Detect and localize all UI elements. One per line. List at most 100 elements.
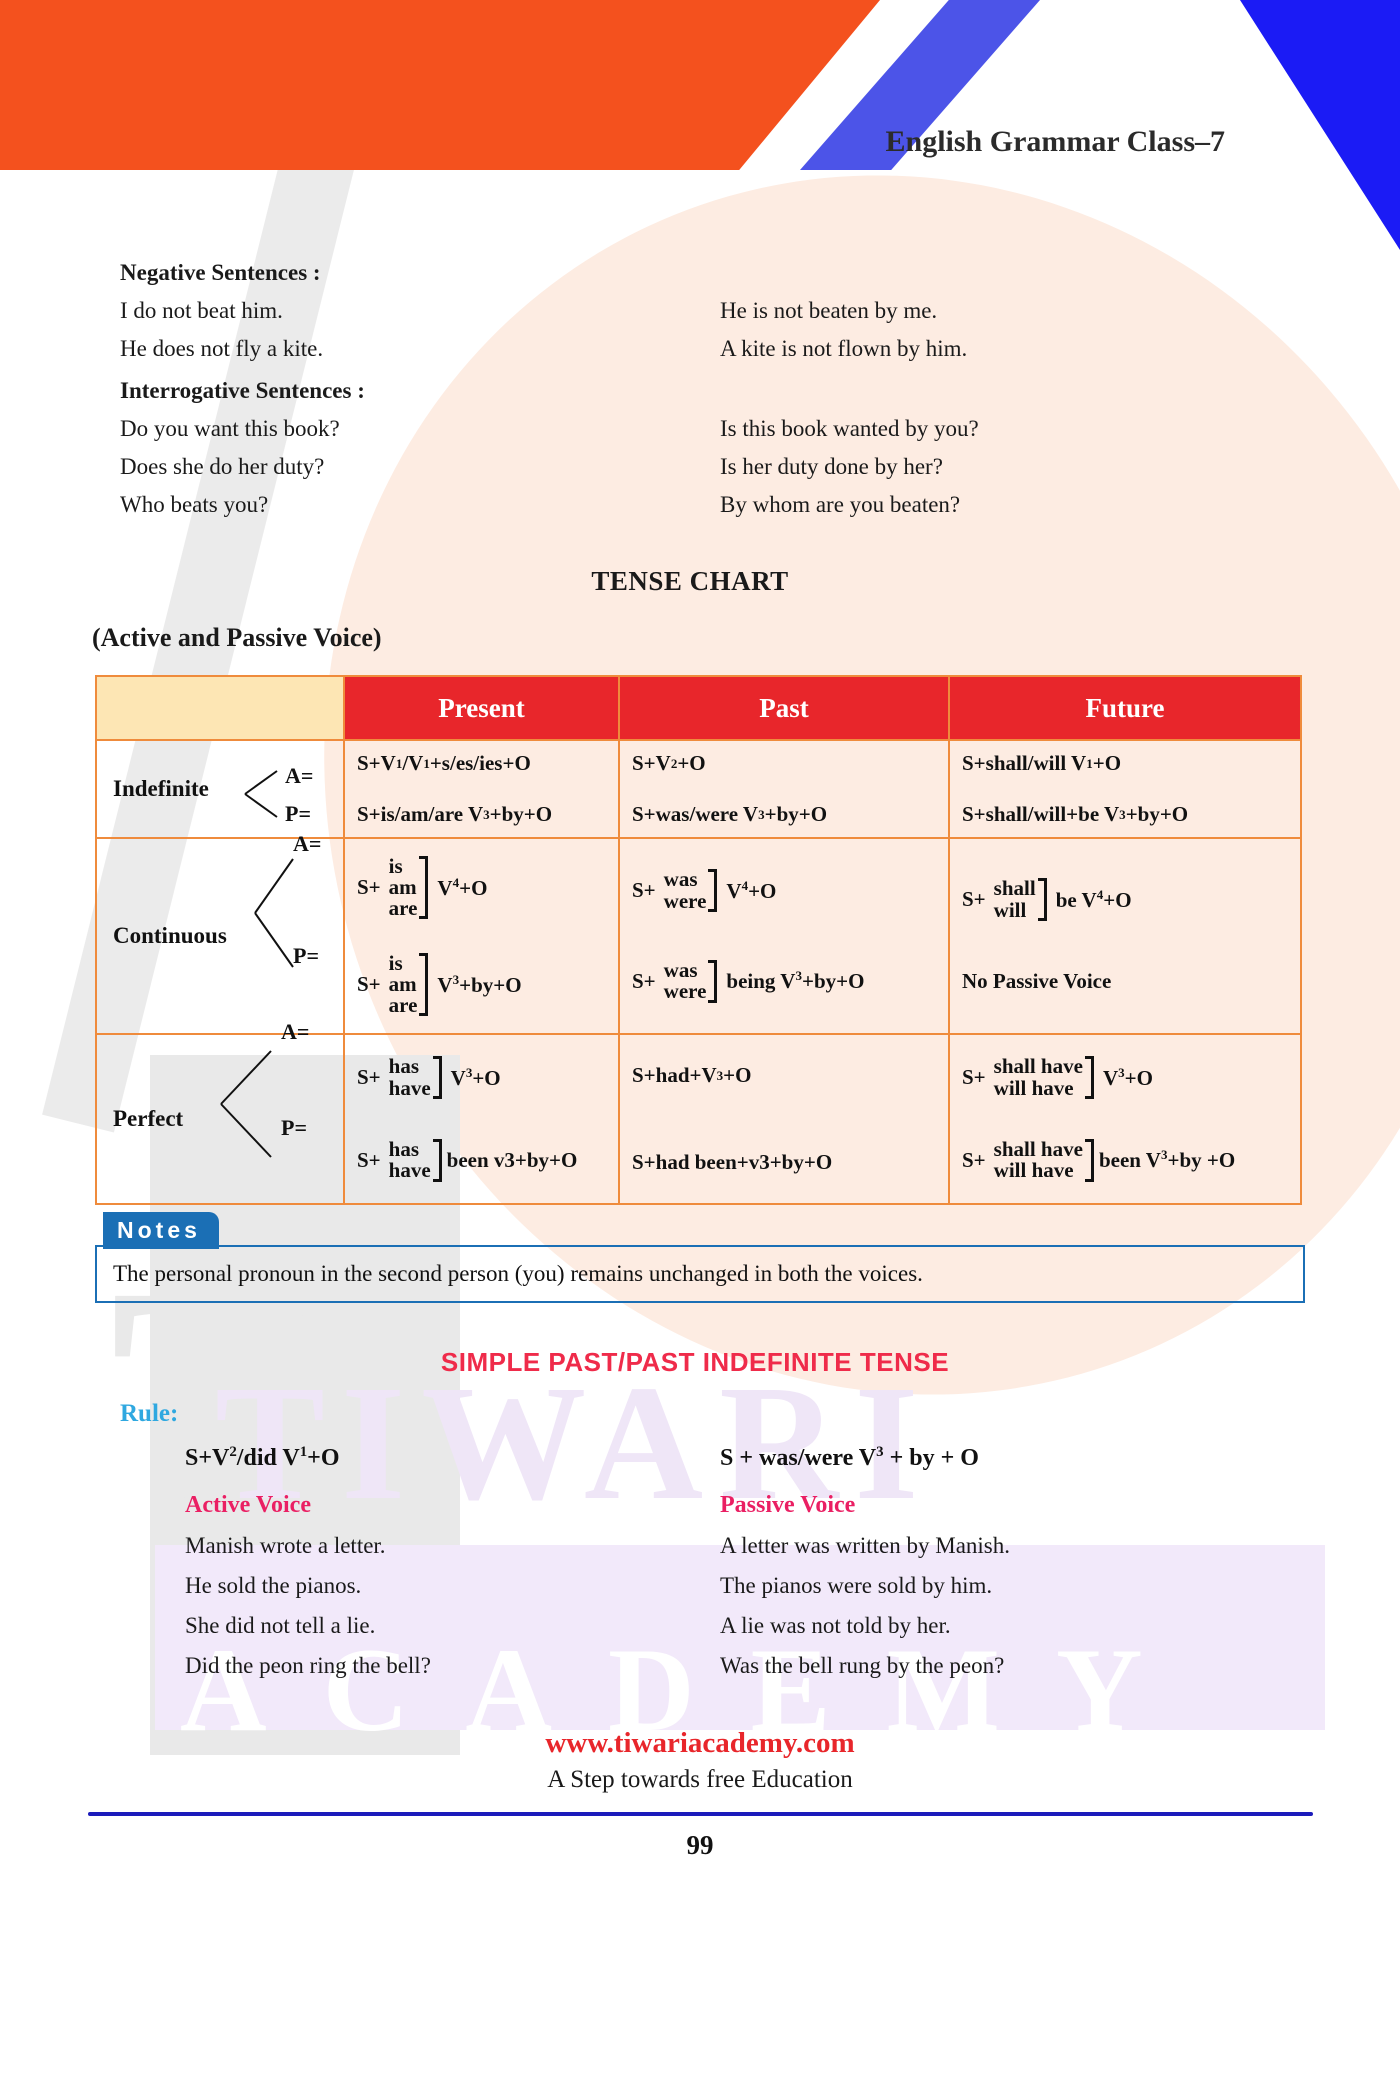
stack-word: will have	[993, 1158, 1074, 1183]
formula-text: S+	[962, 887, 986, 911]
row-brace-icon	[244, 770, 278, 818]
formula-text: V3+O	[451, 1065, 501, 1091]
passive-sentence: Is her duty done by her?	[720, 454, 943, 479]
passive-sentence: A kite is not flown by him.	[720, 336, 968, 361]
cell-perfect-future: S+ shall have will have V3+O S+ shall ha…	[948, 1033, 1302, 1205]
formula-text: been v3+by+O	[446, 1147, 578, 1172]
active-formula: S+had+V 3 +O	[632, 1063, 940, 1088]
formula-text: +s/es/ies+O	[429, 751, 531, 775]
active-marker: A=	[285, 763, 314, 788]
footer-divider	[87, 1812, 1313, 1816]
bracket-icon	[432, 1139, 442, 1182]
rule-formula-row: S+V2/did V1+O S + was/were V3 + by + O	[185, 1444, 1400, 1472]
formula-text: V	[437, 972, 453, 997]
formula-text: be V4+O	[1056, 887, 1132, 913]
cell-perfect-past: S+had+V 3 +O S+had been+v3+by+O	[618, 1033, 950, 1205]
formula-text: V4+O	[726, 878, 776, 904]
formula-text: +O	[748, 878, 777, 903]
active-formula: S+ shall will be V4+O	[962, 876, 1292, 922]
verb-stack: was were	[664, 868, 718, 912]
formula-text: V	[450, 1065, 466, 1090]
active-formula: S+ was were V4+O	[632, 868, 940, 912]
passive-marker: P=	[281, 1115, 307, 1140]
example-pair-row: Manish wrote a letter. A letter was writ…	[185, 1533, 1400, 1559]
active-voice-heading: Active Voice	[185, 1492, 311, 1518]
cell-indefinite-past: S+V 2 +O S+was/were V 3 +by+O	[618, 739, 950, 839]
stack-word: shall	[993, 876, 1036, 901]
formula-text: +by+O	[764, 802, 828, 826]
formula-text: + by + O	[883, 1445, 979, 1471]
sentence-pair-row: He does not fly a kite. A kite is not fl…	[120, 336, 1400, 362]
active-formula: S+ has have V3+O	[357, 1054, 610, 1099]
passive-formula: S+had been+v3+by+O	[632, 1150, 940, 1175]
stack-word: has	[388, 1054, 420, 1079]
stack-word: is	[388, 951, 403, 975]
formula-text: V3+by+O	[437, 972, 521, 998]
passive-sentence: By whom are you beaten?	[720, 492, 961, 517]
page-header: English Grammar Class–7	[0, 0, 1400, 260]
stack-word: am	[388, 875, 417, 899]
passive-sentence: A lie was not told by her.	[720, 1613, 951, 1638]
passive-formula: S+ shall have will have been V3+by +O	[962, 1138, 1292, 1183]
formula-text: S+was/were V	[632, 802, 759, 826]
verb-stack: is am are	[389, 953, 429, 1016]
active-formula: S+ is am are V4+O	[357, 856, 610, 919]
stack-word: was	[663, 958, 698, 982]
active-marker: A=	[281, 1019, 310, 1044]
rule-label: Rule:	[120, 1400, 179, 1427]
formula-text: being V3+by+O	[726, 968, 864, 994]
passive-voice-heading: Passive Voice	[720, 1492, 856, 1518]
stack-word: will	[993, 897, 1027, 922]
bracket-icon	[419, 953, 429, 1016]
formula-text: S+	[962, 1065, 986, 1090]
formula-text: /did V	[236, 1445, 300, 1471]
formula-text: +by +O	[1167, 1148, 1236, 1173]
website-url[interactable]: www.tiwariacademy.com	[0, 1727, 1400, 1760]
cell-indefinite-future: S+shall/will V 1 +O S+shall/will+be V 3 +by+…	[948, 739, 1302, 839]
formula-text: S+	[357, 1147, 381, 1172]
stack-word: are	[388, 896, 418, 920]
formula-text: +O	[472, 1065, 501, 1090]
formula-text: S+shall/will V	[962, 751, 1087, 775]
formula-text: V	[437, 875, 453, 900]
passive-formula: S+was/were V 3 +by+O	[632, 802, 940, 827]
column-header-future: Future	[948, 675, 1302, 741]
voice-headings-row: Active Voice Passive Voice	[185, 1492, 1400, 1519]
stack-word: has	[388, 1137, 420, 1161]
table-corner-cell	[95, 675, 345, 741]
formula-text: +by+O	[489, 802, 553, 826]
passive-marker: P=	[293, 943, 319, 968]
formula-text: +O	[723, 1063, 752, 1087]
active-sentence: I do not beat him.	[120, 298, 283, 323]
verb-stack: has have	[388, 1054, 442, 1099]
interrogative-sentences-heading: Interrogative Sentences :	[120, 378, 365, 403]
row-label-cell-continuous: Continuous A= P=	[95, 831, 345, 1035]
rule-passive-formula: S + was/were V3 + by + O	[720, 1444, 979, 1472]
header-blue-corner-triangle	[1240, 0, 1400, 250]
active-marker: A=	[293, 831, 322, 856]
formula-text: S+V	[185, 1445, 230, 1471]
row-label-perfect: Perfect	[113, 1106, 184, 1131]
sentence-pair-row: I do not beat him. He is not beaten by m…	[120, 298, 1400, 324]
passive-formula: S+shall/will+be V 3 +by+O	[962, 802, 1292, 827]
formula-text: +by+O	[459, 972, 522, 997]
column-header-present: Present	[343, 675, 620, 741]
passive-sentence: Is this book wanted by you?	[720, 416, 979, 441]
tense-chart-table: Present Past Future Indefinite A= P= S+V…	[95, 675, 1302, 1205]
example-pair-row: She did not tell a lie. A lie was not to…	[185, 1613, 1400, 1639]
notes-tab-label: Notes	[103, 1212, 219, 1249]
passive-formula: S+ was were being V3+by+O	[632, 958, 940, 1003]
active-sentence: Do you want this book?	[120, 416, 340, 441]
formula-text: S+	[357, 972, 381, 996]
table-row-perfect: Perfect A= P= S+ has have V3+O S+ has ha…	[95, 1019, 1302, 1205]
formula-text: S+V	[357, 751, 396, 775]
formula-text: been V3+by +O	[1099, 1147, 1235, 1173]
verb-stack: has have	[388, 1137, 442, 1182]
formula-text: being V	[726, 969, 796, 994]
formula-text: S+	[357, 875, 381, 899]
notes-section: Notes The personal pronoun in the second…	[95, 1212, 1305, 1303]
table-header-row: Present Past Future	[95, 675, 1302, 741]
passive-formula: S+ has have been v3+by+O	[357, 1137, 610, 1182]
formula-text: +O	[1124, 1065, 1153, 1090]
bracket-icon	[419, 856, 429, 919]
